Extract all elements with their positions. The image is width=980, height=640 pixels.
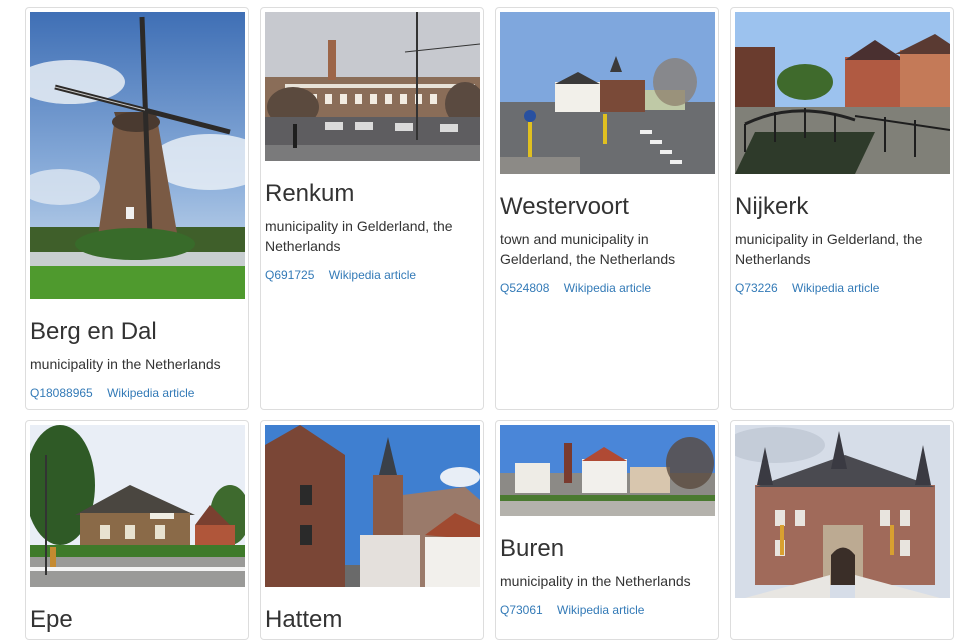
wikidata-id-link[interactable]: Q73061 <box>500 603 543 617</box>
card-title: Westervoort <box>500 193 629 220</box>
card-description: municipality in Gelderland, the Netherla… <box>265 218 453 255</box>
wikipedia-article-link[interactable]: Wikipedia article <box>564 281 651 295</box>
wikipedia-article-link[interactable]: Wikipedia article <box>329 268 416 282</box>
wikidata-id-link[interactable]: Q73226 <box>735 281 778 295</box>
card-title: Hattem <box>265 606 343 633</box>
card-title: Epe <box>30 606 73 633</box>
card-title: Nijkerk <box>735 193 809 220</box>
castle-gatehouse-photo[interactable] <box>735 425 950 598</box>
card-description: town and municipality in Gelderland, the… <box>500 231 676 268</box>
street-intersection-photo[interactable] <box>500 12 715 174</box>
windmill-photo[interactable] <box>30 12 245 299</box>
wikipedia-article-link[interactable]: Wikipedia article <box>557 603 644 617</box>
result-card: Westervoort town and municipality in Gel… <box>495 7 719 410</box>
card-title: Buren <box>500 535 565 562</box>
result-card <box>730 420 954 640</box>
card-title: Renkum <box>265 180 355 207</box>
card-description: municipality in the Netherlands <box>30 356 221 373</box>
result-card: Renkum municipality in Gelderland, the N… <box>260 7 484 410</box>
village-square-photo[interactable] <box>500 425 715 516</box>
wikidata-id-link[interactable]: Q524808 <box>500 281 549 295</box>
wikidata-id-link[interactable]: Q691725 <box>265 268 314 282</box>
wikidata-id-link[interactable]: Q18088965 <box>30 386 93 400</box>
result-card: Buren municipality in the Netherlands Q7… <box>495 420 719 640</box>
church-street-photo[interactable] <box>265 425 480 587</box>
card-description: municipality in Gelderland, the Netherla… <box>735 231 923 268</box>
canal-bridge-photo[interactable] <box>735 12 950 174</box>
wikipedia-article-link[interactable]: Wikipedia article <box>107 386 194 400</box>
wikipedia-article-link[interactable]: Wikipedia article <box>792 281 879 295</box>
card-description: municipality in the Netherlands <box>500 573 691 590</box>
card-title: Berg en Dal <box>30 318 157 345</box>
town-hall-square-photo[interactable] <box>265 12 480 161</box>
result-card: Epe <box>25 420 249 640</box>
result-card: Hattem <box>260 420 484 640</box>
result-card: Berg en Dal municipality in the Netherla… <box>25 7 249 410</box>
result-card: Nijkerk municipality in Gelderland, the … <box>730 7 954 410</box>
brick-house-photo[interactable] <box>30 425 245 587</box>
